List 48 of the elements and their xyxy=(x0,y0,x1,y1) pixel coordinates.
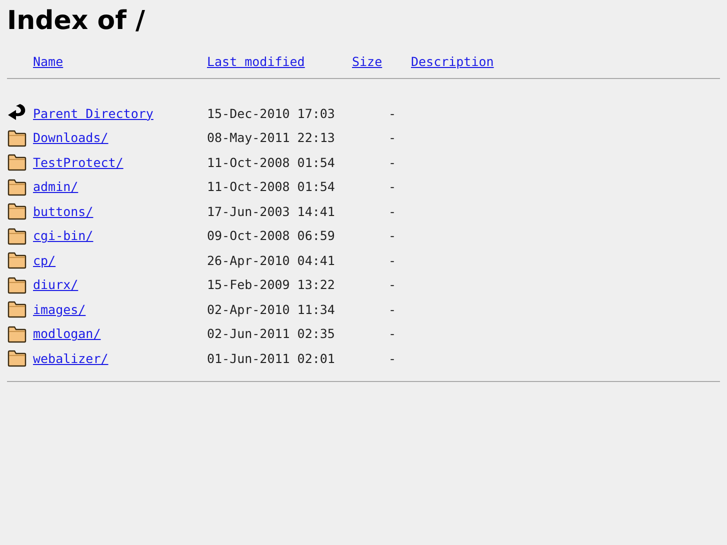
directory-link[interactable]: Parent Directory xyxy=(33,106,154,121)
modified-date: 17-Jun-2003 14:41 xyxy=(207,204,335,219)
folder-icon xyxy=(7,251,27,270)
directory-link[interactable]: images/ xyxy=(33,302,86,317)
file-size: - xyxy=(388,130,396,146)
directory-link[interactable]: TestProtect/ xyxy=(33,154,124,170)
folder-icon xyxy=(7,349,27,368)
modified-date: 02-Jun-2011 02:35 xyxy=(207,326,335,342)
modified-date: 02-Apr-2010 11:34 xyxy=(207,302,335,317)
modified-date: 15-Feb-2009 13:22 xyxy=(207,277,335,292)
file-size: - xyxy=(388,302,396,317)
folder-icon xyxy=(7,202,27,220)
file-size: - xyxy=(388,277,396,292)
directory-link[interactable]: modlogan/ xyxy=(33,326,101,342)
modified-date: 01-Jun-2011 02:01 xyxy=(207,350,335,366)
column-header-link[interactable]: Last modified xyxy=(207,54,305,68)
directory-link[interactable]: diurx/ xyxy=(33,277,78,292)
column-header-link[interactable]: Size xyxy=(352,54,382,68)
modified-date: 15-Dec-2010 17:03 xyxy=(207,106,335,121)
file-size: - xyxy=(388,228,396,244)
folder-icon xyxy=(7,300,27,318)
modified-date: 11-Oct-2008 01:54 xyxy=(207,179,335,194)
directory-link[interactable]: Downloads/ xyxy=(33,130,108,146)
modified-date: 26-Apr-2010 04:41 xyxy=(207,252,335,268)
file-size: - xyxy=(388,326,396,342)
modified-date: 09-Oct-2008 06:59 xyxy=(207,228,335,244)
folder-icon xyxy=(7,178,27,196)
column-header-link[interactable]: Name xyxy=(33,54,64,68)
file-size: - xyxy=(388,204,396,219)
folder-icon xyxy=(7,128,27,147)
file-size: - xyxy=(388,106,396,121)
directory-link[interactable]: buttons/ xyxy=(33,204,94,219)
modified-date: 08-May-2011 22:13 xyxy=(207,130,335,146)
file-size: - xyxy=(388,154,396,170)
modified-date: 11-Oct-2008 01:54 xyxy=(207,154,335,170)
folder-icon xyxy=(7,276,27,294)
file-size: - xyxy=(388,350,396,366)
directory-link[interactable]: cp/ xyxy=(33,252,56,268)
folder-icon xyxy=(7,153,27,172)
folder-icon xyxy=(7,324,27,343)
file-size: - xyxy=(388,252,396,268)
folder-icon xyxy=(7,226,27,245)
directory-link[interactable]: admin/ xyxy=(33,179,78,194)
column-header-link[interactable]: Description xyxy=(411,54,494,68)
file-size: - xyxy=(388,179,396,194)
page-title: Index of / xyxy=(7,5,146,38)
directory-link[interactable]: cgi-bin/ xyxy=(33,228,94,244)
directory-link[interactable]: webalizer/ xyxy=(33,350,108,366)
